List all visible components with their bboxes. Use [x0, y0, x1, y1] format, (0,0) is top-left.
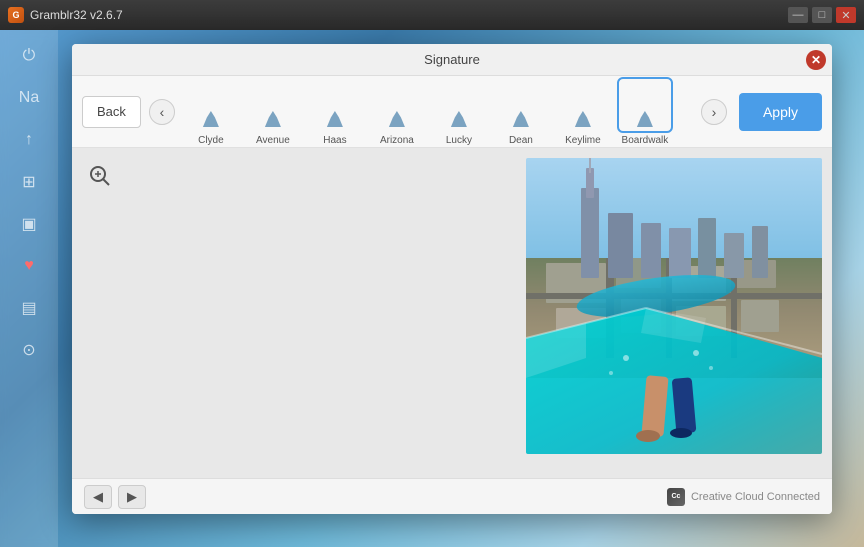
minimize-button[interactable]: — [788, 7, 808, 23]
close-button[interactable]: ✕ [836, 7, 856, 23]
app-icon: G [8, 7, 24, 23]
filter-arizona-label: Arizona [380, 135, 414, 146]
sidebar: ⏻ Na ↑ ⊞ ▣ ♥ ▤ ⊙ [0, 30, 58, 547]
filter-dean[interactable]: Dean [493, 77, 549, 146]
sidebar-item-upload[interactable]: ↑ [11, 122, 47, 158]
sidebar-item-image[interactable]: ▣ [11, 206, 47, 242]
signature-dialog: Signature ✕ Back ‹ Clyde [72, 44, 832, 514]
filter-haas[interactable]: Haas [307, 77, 363, 146]
dialog-title: Signature [424, 52, 480, 67]
filter-keylime-label: Keylime [565, 135, 601, 146]
filter-avenue[interactable]: Avenue [245, 77, 301, 146]
filter-strip: Back ‹ Clyde Avenue [72, 76, 832, 148]
dialog-bottom-bar: ◀ ▶ Cc Creative Cloud Connected [72, 478, 832, 514]
back-nav-icon: ◀ [93, 489, 103, 505]
zoom-button[interactable] [86, 162, 114, 190]
sidebar-item-heart[interactable]: ♥ [11, 248, 47, 284]
sidebar-item-settings[interactable]: ⊙ [11, 332, 47, 368]
filter-clyde[interactable]: Clyde [183, 77, 239, 146]
main-image [526, 158, 822, 454]
filter-boardwalk[interactable]: Boardwalk [617, 77, 673, 146]
filter-dean-label: Dean [509, 135, 533, 146]
dubai-photo-svg [526, 158, 822, 454]
filter-thumbnails: Clyde Avenue Haas [183, 77, 693, 146]
sidebar-item-power[interactable]: ⏻ [11, 38, 47, 74]
filter-haas-label: Haas [323, 135, 346, 146]
dialog-close-button[interactable]: ✕ [806, 50, 826, 70]
nav-bottom-buttons: ◀ ▶ [84, 485, 146, 509]
back-button[interactable]: Back [82, 96, 141, 128]
filter-keylime[interactable]: Keylime [555, 77, 611, 146]
zoom-icon [89, 165, 111, 187]
sidebar-item-folder[interactable]: ▤ [11, 290, 47, 326]
app-title: Gramblr32 v2.6.7 [30, 8, 123, 22]
app-titlebar: G Gramblr32 v2.6.7 — □ ✕ [0, 0, 864, 30]
right-arrow-button[interactable]: › [701, 99, 727, 125]
sidebar-item-calendar[interactable]: ⊞ [11, 164, 47, 200]
filter-lucky[interactable]: Lucky [431, 77, 487, 146]
filter-clyde-label: Clyde [198, 135, 224, 146]
maximize-button[interactable]: □ [812, 7, 832, 23]
forward-nav-icon: ▶ [127, 489, 137, 505]
filter-avenue-label: Avenue [256, 135, 290, 146]
sidebar-item-user[interactable]: Na [11, 80, 47, 116]
apply-button[interactable]: Apply [739, 93, 822, 131]
window-controls: — □ ✕ [788, 7, 856, 23]
left-arrow-button[interactable]: ‹ [149, 99, 175, 125]
filter-lucky-label: Lucky [446, 135, 472, 146]
forward-nav-button[interactable]: ▶ [118, 485, 146, 509]
back-nav-button[interactable]: ◀ [84, 485, 112, 509]
filter-arizona[interactable]: Arizona [369, 77, 425, 146]
cc-info: Cc Creative Cloud Connected [667, 488, 820, 506]
dialog-titlebar: Signature ✕ [72, 44, 832, 76]
cc-logo: Cc [667, 488, 685, 506]
cc-text: Creative Cloud Connected [691, 491, 820, 503]
filter-boardwalk-label: Boardwalk [622, 135, 669, 146]
dialog-overlay: Signature ✕ Back ‹ Clyde [58, 30, 864, 547]
main-image-area [72, 148, 832, 478]
